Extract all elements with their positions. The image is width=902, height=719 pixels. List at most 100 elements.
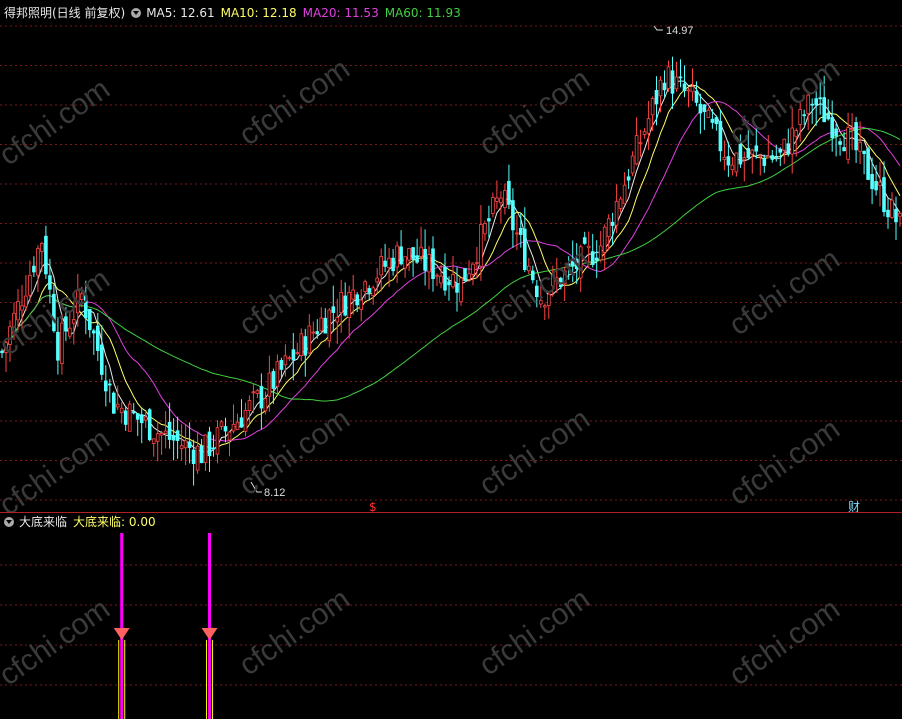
candle-up <box>674 76 679 90</box>
indicator-circle-icon[interactable] <box>4 517 14 527</box>
candle-up <box>499 197 503 204</box>
candle-down <box>239 417 244 428</box>
candle-down <box>802 114 806 117</box>
candle-up <box>215 427 220 455</box>
indicator-title[interactable]: 大底来临 <box>19 513 67 531</box>
candle-up <box>543 305 547 308</box>
candle-up <box>467 273 471 280</box>
watermark-text: cfchi.com <box>723 412 846 512</box>
candle-down <box>223 426 228 432</box>
candle-up <box>427 254 431 273</box>
candle-up <box>363 281 367 293</box>
candle-up <box>722 156 727 160</box>
candle-up <box>646 118 651 134</box>
candle-up <box>231 423 236 432</box>
candle-up <box>890 199 894 218</box>
candle-down <box>682 83 687 92</box>
candle-down <box>862 150 866 154</box>
watermark-text: cfchi.com <box>473 242 596 342</box>
watermark-text: cfchi.com <box>473 402 596 502</box>
candle-down <box>171 435 176 441</box>
candle-up <box>846 127 850 160</box>
candle-up <box>127 403 132 432</box>
ma60-label: MA60: 11.93 <box>384 6 461 20</box>
candle-up <box>782 138 787 151</box>
candle-down <box>175 430 180 441</box>
security-title[interactable]: 得邦照明(日线 前复权) <box>4 4 125 22</box>
chart-canvas: 14.97 8.12 $ 财 cfchi.com cfchi.com cfchi.c… <box>0 25 902 719</box>
candle-down <box>726 156 731 166</box>
candle-down <box>331 306 336 313</box>
candle-up <box>618 198 623 209</box>
candle-down <box>323 317 328 334</box>
candle-down <box>886 209 890 218</box>
candle-down <box>654 90 659 105</box>
candle-up <box>267 372 272 397</box>
candle-up <box>24 295 28 308</box>
candle-down <box>96 325 100 351</box>
candle-up <box>666 66 671 89</box>
candle-up <box>235 421 240 431</box>
candle-down <box>391 257 395 272</box>
candle-down <box>710 118 715 123</box>
candle-down <box>694 90 699 103</box>
settings-circle-icon[interactable] <box>131 8 142 18</box>
candle-down <box>854 122 858 151</box>
candle-up <box>359 299 363 310</box>
candle-down <box>754 145 759 152</box>
candle-down <box>698 103 703 114</box>
candle-down <box>135 413 140 420</box>
watermark-text: cfchi.com <box>473 62 596 162</box>
candle-down <box>303 336 308 356</box>
candle-down <box>32 265 36 273</box>
watermark-text: cfchi.com <box>723 52 846 152</box>
candle-up <box>451 274 455 288</box>
candle-down <box>147 409 152 441</box>
candle-down <box>830 117 834 139</box>
candle-up <box>375 277 379 283</box>
candle-up <box>243 409 248 432</box>
candle-down <box>187 441 192 448</box>
candle-down <box>662 82 667 91</box>
candle-down <box>191 449 196 465</box>
candle-up <box>407 248 411 261</box>
candle-down <box>774 155 779 158</box>
candle-up <box>419 246 423 257</box>
candle-up <box>28 274 32 296</box>
candle-down <box>443 266 447 291</box>
candle-down <box>610 221 615 226</box>
candle-down <box>383 260 387 267</box>
candle-up <box>20 305 24 311</box>
candle-down <box>167 421 172 440</box>
indicator-value: 大底来临: 0.00 <box>73 515 156 529</box>
candle-down <box>678 76 683 79</box>
candle-down <box>291 349 296 361</box>
candle-down <box>104 380 108 392</box>
candle-down <box>834 128 838 137</box>
candle-down <box>455 283 459 293</box>
candle-down <box>108 383 112 386</box>
candle-up <box>475 261 479 264</box>
candle-down <box>431 248 435 279</box>
candle-up <box>650 98 655 116</box>
indicator-panel <box>113 533 218 719</box>
candle-down <box>874 181 878 191</box>
candle-up <box>758 155 763 158</box>
candle-down <box>702 104 707 113</box>
candle-down <box>48 275 52 290</box>
candle-down <box>271 371 276 389</box>
candle-up <box>219 421 224 427</box>
candle-up <box>371 287 375 296</box>
candle-up <box>347 291 351 318</box>
candle-up <box>630 155 635 174</box>
candle-up <box>479 224 483 267</box>
watermark-text: cfchi.com <box>473 582 596 682</box>
watermark-text: cfchi.com <box>0 422 116 522</box>
candle-up <box>283 355 288 366</box>
candle-up <box>159 432 164 436</box>
candle-up <box>195 445 200 471</box>
candle-up <box>439 275 443 284</box>
candle-down <box>44 235 48 275</box>
candle-up <box>602 226 607 253</box>
candle-down <box>594 257 599 261</box>
